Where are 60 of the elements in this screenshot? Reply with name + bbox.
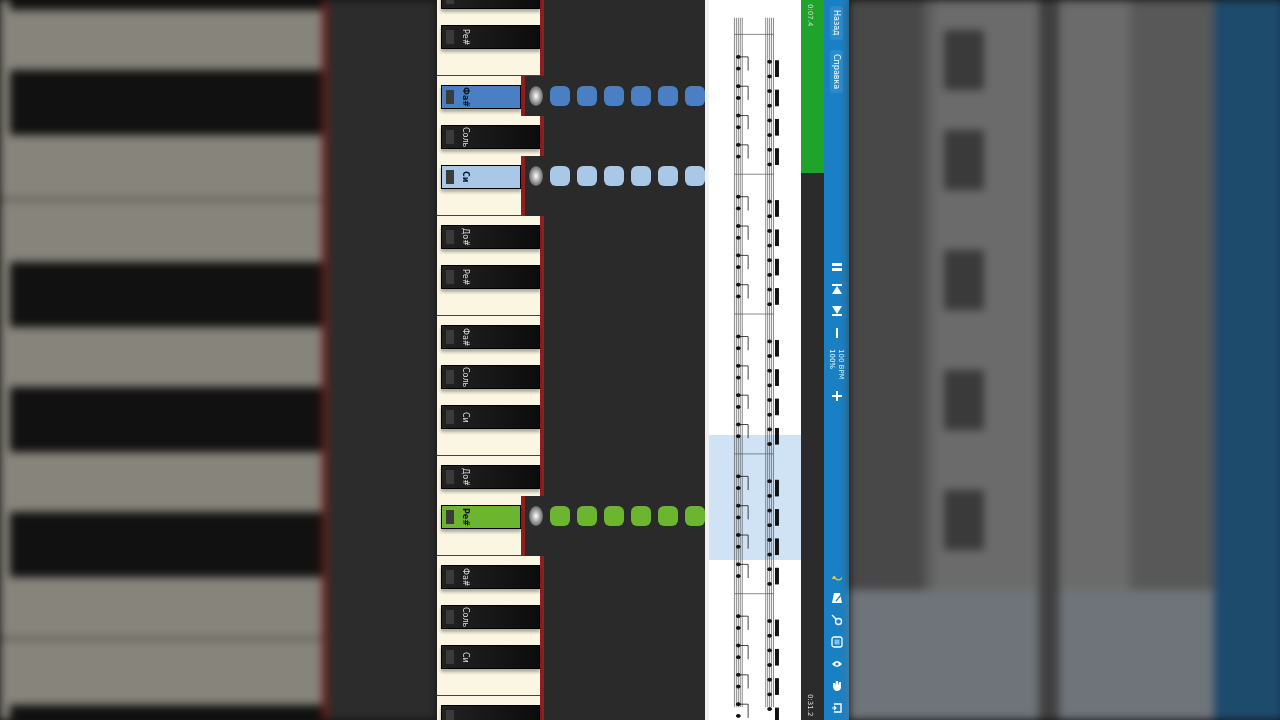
glow-icon <box>529 86 543 106</box>
key-label: До# <box>460 228 470 246</box>
falling-note <box>604 506 624 526</box>
piano-key[interactable]: Ре# <box>441 25 540 49</box>
piano-key[interactable]: Си <box>441 405 540 429</box>
key-label: Соль <box>460 126 470 148</box>
plus-icon[interactable] <box>830 389 843 402</box>
piano-key[interactable]: Фа# <box>441 85 521 109</box>
falling-note <box>550 86 570 106</box>
skip-end-icon[interactable] <box>830 305 843 318</box>
sidebar-button[interactable]: Назад <box>830 6 843 40</box>
falling-note <box>577 166 597 186</box>
metronome-icon[interactable] <box>830 592 843 604</box>
falling-note <box>685 166 705 186</box>
falling-note <box>631 166 651 186</box>
falling-note <box>658 506 678 526</box>
falling-note <box>631 86 651 106</box>
key-label: Си <box>460 411 470 423</box>
falling-note <box>604 86 624 106</box>
falling-note <box>550 506 570 526</box>
key-label: Фа# <box>460 86 470 107</box>
piano-key[interactable]: Ре# <box>441 265 540 289</box>
skip-start-icon[interactable] <box>830 283 843 296</box>
piano-key[interactable]: До# <box>441 225 540 249</box>
key-label: Соль <box>460 606 470 628</box>
piano-key[interactable]: Фа# <box>441 565 540 589</box>
glow-icon <box>529 506 543 526</box>
piano-key[interactable]: Соль <box>441 365 540 389</box>
hand-icon[interactable] <box>830 680 843 692</box>
falling-note <box>685 86 705 106</box>
key-label: До# <box>460 468 470 486</box>
piano-key[interactable]: Фа# <box>441 325 540 349</box>
falling-note <box>550 166 570 186</box>
falling-note <box>577 86 597 106</box>
screen-icon[interactable] <box>830 636 843 648</box>
piano-key[interactable]: До# <box>441 465 540 489</box>
falling-note <box>604 166 624 186</box>
loop-icon[interactable] <box>830 702 843 714</box>
falling-note <box>631 506 651 526</box>
key-label: Си <box>460 171 470 183</box>
sidebar-button[interactable]: Справка <box>830 49 843 93</box>
key-label: Соль <box>460 366 470 388</box>
piano-key[interactable]: Соль <box>441 605 540 629</box>
key-label: Ре# <box>460 268 470 286</box>
glow-icon <box>529 166 543 186</box>
key-label: Фа# <box>460 567 470 587</box>
falling-note <box>685 506 705 526</box>
pause-icon[interactable] <box>830 261 843 274</box>
piano-key[interactable]: Си <box>441 645 540 669</box>
falling-note <box>658 86 678 106</box>
falling-note <box>658 166 678 186</box>
piano-key[interactable]: Соль <box>441 125 540 149</box>
key-label: Си <box>460 651 470 663</box>
key-label: Ре# <box>460 28 470 46</box>
key-label: Фа# <box>460 327 470 347</box>
piano-key[interactable]: Си <box>441 165 521 189</box>
falling-note <box>577 506 597 526</box>
magnifier-icon[interactable] <box>830 614 843 626</box>
key-label: Ре# <box>460 508 470 526</box>
piano-key[interactable]: Ре# <box>441 505 521 529</box>
